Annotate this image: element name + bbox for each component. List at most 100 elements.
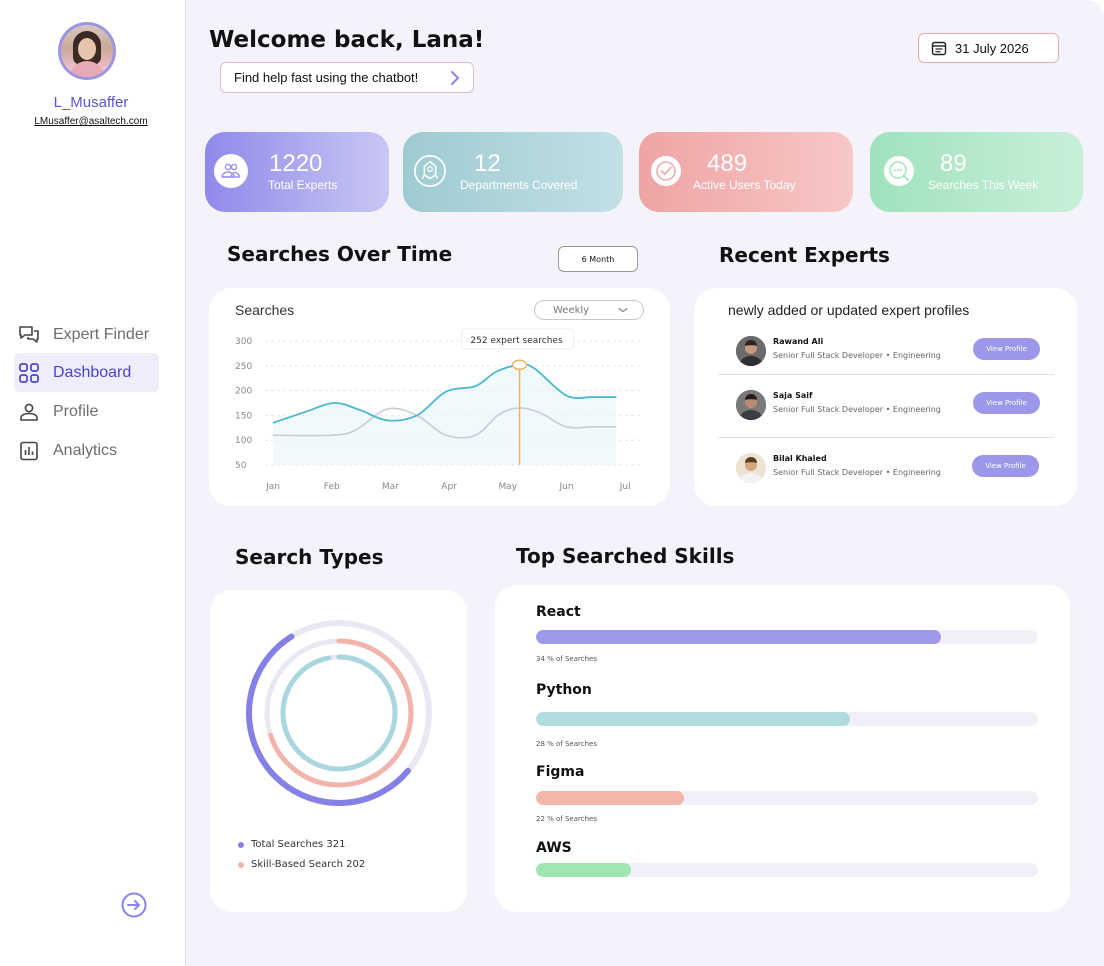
stat-value: 1220 (269, 150, 323, 177)
skill-bar-fill (536, 630, 942, 644)
view-profile-button[interactable]: View Profile (973, 338, 1040, 360)
expert-role: Senior Full Stack Developer • Engineerin… (773, 351, 941, 360)
expert-avatar (736, 453, 766, 483)
date-picker[interactable]: 31 July 2026 (918, 33, 1059, 63)
y-tick-label: 50 (235, 461, 247, 471)
legend-label: Skill-Based Search 202 (251, 859, 366, 870)
stat-value: 12 (474, 150, 501, 177)
skill-bar-track (536, 630, 1038, 644)
avatar-photo (61, 25, 113, 77)
x-tick-label: Feb (324, 482, 340, 492)
y-tick-label: 150 (235, 411, 252, 421)
nav-item-analytics[interactable]: Analytics (14, 431, 159, 470)
welcome-heading: Welcome back, Lana! (209, 27, 485, 53)
nav-item-dashboard[interactable]: Dashboard (14, 353, 159, 392)
skill-bar-fill (536, 791, 685, 805)
skill-percent: 28 % of Searches (536, 740, 597, 748)
x-tick-label: Jan (265, 482, 280, 492)
search-chat-icon (882, 154, 916, 188)
skill-percent: 34 % of Searches (536, 655, 597, 663)
chevron-right-icon (451, 71, 459, 85)
stat-value: 89 (940, 150, 967, 177)
user-name: L_Musaffer (53, 94, 129, 111)
expert-role: Senior Full Stack Developer • Engineerin… (773, 405, 941, 414)
x-tick-label: Jul (619, 482, 631, 492)
divider (718, 374, 1054, 375)
view-profile-button[interactable]: View Profile (972, 455, 1039, 477)
date-text: 31 July 2026 (955, 40, 1029, 56)
stat-card-departments: 12 Departments Covered (403, 132, 623, 212)
expert-role: Senior Full Stack Developer • Engineerin… (773, 468, 941, 477)
skill-percent: 22 % of Searches (536, 815, 597, 823)
legend-total-searches: Total Searches 321 (238, 839, 346, 850)
skill-name: Figma (536, 764, 585, 780)
stat-label: Total Experts (268, 178, 338, 192)
stat-value: 489 (707, 150, 748, 177)
series-area (273, 364, 617, 465)
skill-name: Python (536, 682, 592, 698)
check-circle-icon (649, 154, 683, 188)
sidebar: L_Musaffer LMusaffer@asaltech.com Expert… (0, 0, 186, 966)
divider (718, 437, 1054, 438)
x-tick-label: Jun (558, 482, 573, 492)
highlight-marker (511, 359, 528, 371)
y-tick-label: 250 (235, 362, 252, 372)
user-avatar[interactable] (58, 22, 116, 80)
calendar-icon (931, 40, 947, 56)
expert-row: Saja Saif Senior Full Stack Developer • … (718, 390, 1054, 448)
ring-progress (280, 654, 398, 772)
legend-label: Total Searches 321 (251, 839, 346, 850)
nav-label: Expert Finder (53, 325, 150, 343)
x-tick-label: Mar (382, 482, 399, 492)
expert-name: Rawand Ali (773, 337, 824, 346)
section-title-experts: Recent Experts (719, 243, 890, 267)
expert-name: Saja Saif (773, 391, 813, 400)
grid-icon (18, 362, 40, 384)
building-icon (413, 154, 447, 188)
searches-chart-card: Searches Weekly 300 250 200 150 100 50 Jan Feb M… (209, 288, 670, 506)
nav-label: Profile (53, 402, 99, 420)
bar-chart-icon (18, 440, 40, 462)
top-skills-card: React 34 % of Searches Python 28 % of Se… (495, 585, 1070, 912)
experts-subtitle: newly added or updated expert profiles (728, 302, 970, 318)
section-title-searches: Searches Over Time (227, 242, 453, 266)
search-types-card: Total Searches 321 Skill-Based Search 20… (210, 590, 467, 912)
person-icon (18, 401, 40, 423)
expert-avatar (736, 390, 766, 420)
search-types-rings (246, 620, 432, 806)
expert-avatar (736, 336, 766, 366)
chatbot-button[interactable]: Find help fast using the chatbot! (220, 62, 474, 93)
people-icon (214, 154, 248, 188)
stat-label: Departments Covered (460, 178, 578, 192)
logout-button[interactable] (120, 891, 148, 919)
y-tick-label: 100 (235, 436, 252, 446)
view-profile-button[interactable]: View Profile (973, 392, 1040, 414)
expert-row: Rawand Ali Senior Full Stack Developer •… (718, 336, 1054, 394)
stat-label: Active Users Today (693, 178, 796, 192)
nav-label: Analytics (53, 441, 118, 459)
legend-skill-based: Skill-Based Search 202 (238, 859, 365, 870)
nav-label: Dashboard (53, 363, 132, 381)
expert-row: Bilal Khaled Senior Full Stack Developer… (718, 453, 1054, 511)
skill-name: React (536, 604, 581, 620)
skill-name: AWS (536, 840, 572, 856)
line-chart: 300 250 200 150 100 50 Jan Feb Mar Apr May Jun Jul 25… (235, 328, 643, 492)
chat-icon (18, 324, 40, 346)
section-title-top-skills: Top Searched Skills (516, 544, 735, 568)
recent-experts-card: newly added or updated expert profiles R… (694, 288, 1077, 506)
stat-card-searches-week: 89 Searches This Week (870, 132, 1083, 212)
skill-bar-fill (536, 712, 850, 726)
x-tick-label: May (498, 482, 517, 492)
user-email[interactable]: LMusaffer@asaltech.com (0, 116, 182, 127)
nav-item-profile[interactable]: Profile (14, 392, 159, 431)
nav-item-expert-finder[interactable]: Expert Finder (14, 315, 159, 354)
logout-icon (121, 892, 147, 918)
stat-card-total-experts: 1220 Total Experts (205, 132, 389, 212)
skill-bar-track (536, 791, 1038, 805)
skill-bar-fill (536, 863, 632, 877)
section-title-search-types: Search Types (235, 545, 384, 569)
legend-dot (238, 861, 244, 868)
range-dropdown[interactable]: 6 Month (558, 246, 638, 272)
skill-bar-track (536, 863, 1038, 877)
tooltip-text: 252 expert searches (470, 336, 563, 346)
